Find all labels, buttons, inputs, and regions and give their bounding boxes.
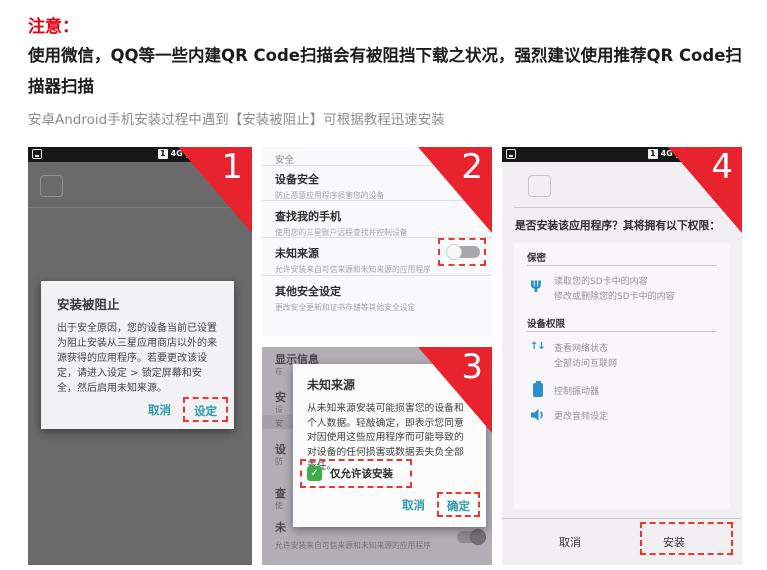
setting-subtitle: 更改安全更新和证书存储等其他安全设定: [275, 302, 479, 313]
divider: [502, 518, 742, 519]
divider: [527, 331, 717, 332]
highlight-box-install: [640, 522, 733, 555]
dialog-buttons: 取消 确定: [393, 492, 480, 517]
cancel-button[interactable]: 取消: [139, 398, 180, 422]
highlight-box-toggle: [438, 238, 486, 266]
divider: [527, 265, 717, 266]
screenshot-icon: [32, 149, 42, 159]
cancel-button[interactable]: 取消: [520, 529, 620, 555]
security-section-label: 安全: [275, 152, 294, 166]
screenshot-icon: [506, 149, 516, 159]
tutorial-subtitle: 安卓Android手机安装过程中遇到【安装被阻止】可根据教程迅速安装: [28, 108, 445, 128]
bg-setting-title: 设: [275, 441, 286, 457]
permission-text: 查看网络状态: [554, 341, 608, 354]
permissions-panel: 保密 ψ 读取您的SD卡中的内容 修改或删除您的SD卡中的内容 设备权限 ↑↓ …: [514, 243, 730, 509]
settings-button[interactable]: 设定: [189, 402, 222, 420]
highlight-box-ok: 确定: [437, 492, 480, 517]
screenshot-step1: 1 4G 7 安装被阻止 出于安全原因，您的设备当前已设置为阻止安装从三星应用商…: [28, 147, 252, 565]
setting-row-find-my-phone[interactable]: 查找我的手机 使用您的三星账户远程查找并控制设备: [275, 208, 479, 238]
dimmed-toggle: [450, 529, 484, 545]
app-icon-placeholder: [40, 175, 63, 197]
permission-text: 读取您的SD卡中的内容: [554, 274, 648, 287]
notice-label: 注意：: [28, 12, 79, 37]
device-section-label: 设备权限: [527, 316, 565, 330]
bg-setting-title: 未: [275, 519, 286, 535]
permission-text: 全部访问互联网: [554, 356, 617, 369]
screenshot-step2: 安全 设备安全 防止恶意应用程序损害您的设备 查找我的手机 使用您的三星账户远程…: [262, 147, 492, 337]
divider: [514, 207, 730, 208]
screenshot-step3: 显示信息 在 安 设 安 设 防 查 使 未 允许安装来自可信来源和未知来源的应…: [262, 347, 492, 565]
permission-text: 修改或删除您的SD卡中的内容: [554, 289, 675, 302]
usb-icon: ψ: [530, 275, 546, 291]
step-number: 4: [711, 148, 733, 186]
step-number: 1: [221, 148, 243, 186]
highlight-box-checkbox: [300, 459, 412, 488]
dialog-title: 安装被阻止: [41, 281, 234, 313]
step-number: 2: [461, 148, 483, 186]
cancel-button[interactable]: 取消: [393, 493, 434, 517]
ok-button[interactable]: 确定: [443, 497, 474, 515]
permission-text: 控制振动器: [554, 384, 599, 397]
bg-setting-title: 查: [275, 485, 286, 501]
audio-icon: [530, 407, 546, 423]
setting-row-other-security[interactable]: 其他安全设定 更改安全更新和证书存储等其他安全设定: [275, 283, 479, 313]
setting-title: 查找我的手机: [275, 208, 479, 224]
highlight-box-settings: 设定: [183, 397, 228, 422]
notification-badge: 1: [158, 149, 168, 159]
app-icon-placeholder: [528, 175, 551, 197]
bg-setting-title: 安: [275, 389, 286, 405]
bg-setting-subtitle: 在: [275, 366, 283, 377]
bg-setting-subtitle: 防: [275, 456, 283, 467]
divider: [262, 200, 492, 201]
screenshot-step4: 1 4G 7 是否安装该应用程序？其将拥有以下权限： 保密 ψ 读取您的SD卡中…: [502, 147, 742, 565]
network-arrows-icon: ↑↓: [530, 341, 546, 357]
step-number: 3: [461, 348, 483, 386]
divider: [262, 275, 492, 276]
install-question: 是否安装该应用程序？其将拥有以下权限：: [515, 217, 720, 233]
bg-setting-subtitle: 设: [275, 404, 283, 415]
divider: [28, 207, 252, 208]
setting-title: 其他安全设定: [275, 283, 479, 299]
permission-text: 更改音频设定: [554, 409, 608, 422]
privacy-section-label: 保密: [527, 250, 546, 264]
vibration-icon: [533, 383, 543, 397]
notification-badge: 1: [648, 149, 658, 159]
toggle-knob: [470, 529, 486, 545]
install-blocked-dialog: 安装被阻止 出于安全原因，您的设备当前已设置为阻止安装从三星应用商店以外的来源获…: [41, 281, 234, 429]
dialog-body: 出于安全原因，您的设备当前已设置为阻止安装从三星应用商店以外的来源获得的应用程序…: [41, 313, 234, 396]
bg-setting-subtitle: 允许安装来自可信来源和未知来源的应用程序: [275, 540, 431, 551]
bg-setting-subtitle: 使: [275, 500, 283, 511]
warning-text: 使用微信，QQ等一些内建QR Code扫描会有被阻挡下载之状况，强烈建议使用推荐…: [28, 40, 746, 102]
